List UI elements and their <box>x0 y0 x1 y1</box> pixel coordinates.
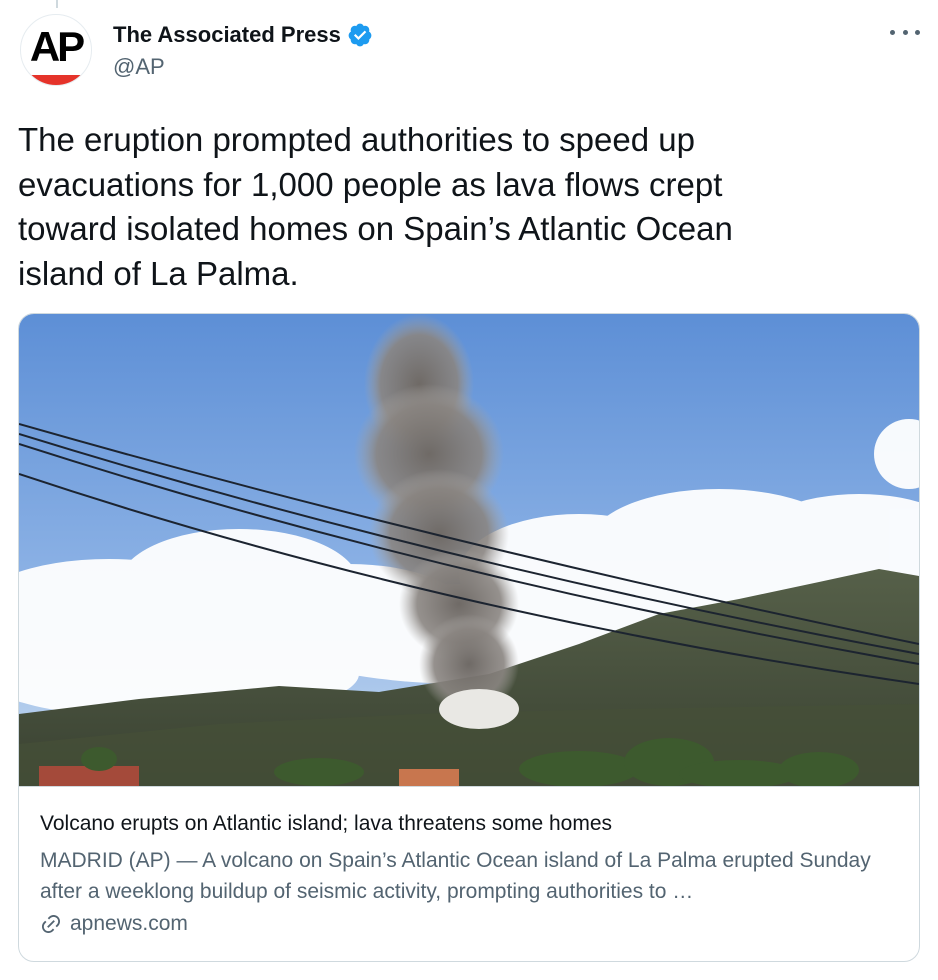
author-handle[interactable]: @AP <box>113 52 165 82</box>
thread-connector-line <box>56 0 58 8</box>
link-icon <box>41 914 61 934</box>
more-options-icon[interactable] <box>890 22 920 42</box>
avatar-logo-underline <box>21 75 91 85</box>
card-description: MADRID (AP) — A volcano on Spain’s Atlan… <box>40 849 871 903</box>
more-dot <box>902 29 908 35</box>
avatar[interactable]: AP <box>20 14 92 86</box>
avatar-logo-text: AP <box>29 23 85 70</box>
card-domain: apnews.com <box>70 912 188 935</box>
verified-badge-icon <box>348 23 372 47</box>
card-domain-row[interactable]: apnews.com <box>40 909 188 939</box>
card-title[interactable]: Volcano erupts on Atlantic island; lava … <box>40 811 612 837</box>
card-meta[interactable]: Volcano erupts on Atlantic island; lava … <box>19 786 919 961</box>
link-card[interactable]: Volcano erupts on Atlantic island; lava … <box>18 313 920 962</box>
tweet-text: The eruption prompted authorities to spe… <box>18 121 733 292</box>
author-display-name[interactable]: The Associated Press <box>113 20 341 50</box>
more-dot <box>890 29 895 35</box>
card-image[interactable] <box>19 314 919 786</box>
author-name-row: The Associated Press <box>113 20 373 50</box>
more-dot <box>915 29 920 35</box>
